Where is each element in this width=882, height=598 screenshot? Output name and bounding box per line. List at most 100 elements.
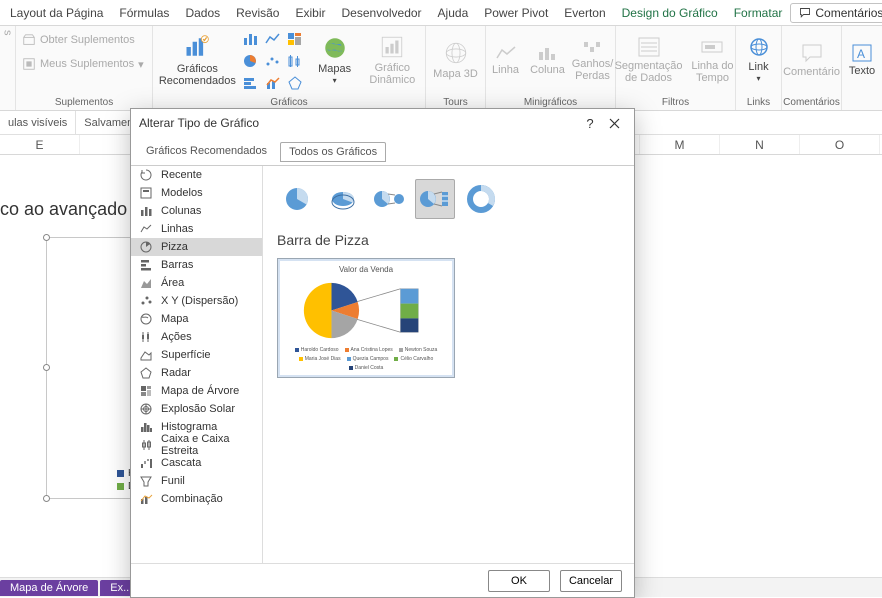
cat-acoes[interactable]: Ações [131,328,262,346]
sparkline-linha-button[interactable]: Linha [488,30,524,90]
sparkline-ganhos-button[interactable]: Ganhos/ Perdas [572,30,614,90]
combo-icon [139,492,153,506]
mapa-3d-button[interactable]: Mapa 3D [431,30,481,90]
cat-area[interactable]: Área [131,274,262,292]
preview-chart-svg [291,274,441,347]
col-header[interactable]: E [0,135,80,154]
cancel-button[interactable]: Cancelar [560,570,622,592]
col-header[interactable]: O [800,135,880,154]
tab-formatar[interactable]: Formatar [726,2,791,24]
group-texto: A Texto [842,26,882,110]
group-links: Link ▾ Links [736,26,782,110]
grafico-dinamico-button[interactable]: Gráfico Dinâmico [366,30,419,90]
cat-modelos[interactable]: Modelos [131,184,262,202]
tab-exibir[interactable]: Exibir [287,2,333,24]
sparkline-coluna-button[interactable]: Coluna [530,30,566,90]
ok-button[interactable]: OK [488,570,550,592]
group-label: Suplementos [55,97,113,108]
pie-chart-icon[interactable] [242,52,260,70]
change-chart-type-dialog: Alterar Tipo de Gráfico ? Gráficos Recom… [130,108,635,598]
tab-desenvolvedor[interactable]: Desenvolvedor [334,2,430,24]
cat-combinacao[interactable]: Combinação [131,490,262,508]
chart-preview[interactable]: Valor da Venda Haroldo [277,258,455,378]
tab-formulas[interactable]: Fórmulas [111,2,177,24]
cat-label: Linhas [161,223,193,235]
comentario-button[interactable]: Comentário [783,30,840,90]
cat-mapa[interactable]: Mapa [131,310,262,328]
graficos-recomendados-button[interactable]: Gráficos Recomendados [159,30,236,90]
dialog-close-button[interactable] [602,111,626,135]
dialog-titlebar[interactable]: Alterar Tipo de Gráfico ? [131,109,634,137]
bar-icon [139,258,153,272]
legend-item: Newton Souza [405,347,438,353]
mapas-button[interactable]: Mapas ▾ [310,30,360,90]
dialog-tabs: Gráficos Recomendados Todos os Gráficos [131,137,634,166]
comments-button[interactable]: Comentários [790,3,882,23]
cat-barras[interactable]: Barras [131,256,262,274]
hierarchy-chart-icon[interactable] [286,30,304,48]
radar-chart-icon[interactable] [286,74,304,92]
subtype-pie[interactable] [277,179,317,219]
cat-funil[interactable]: Funil [131,472,262,490]
subtype-bar-of-pie[interactable] [415,179,455,219]
subtype-pie-3d[interactable] [323,179,363,219]
scatter-chart-icon[interactable] [264,52,282,70]
group-label: Gráficos [270,97,307,108]
cat-pizza[interactable]: Pizza [131,238,262,256]
ganhos-label: Ganhos/ Perdas [572,58,614,82]
tab-everton[interactable]: Everton [556,2,613,24]
tab-powerpivot[interactable]: Power Pivot [476,2,556,24]
slicer-icon [637,36,661,58]
sheet-tab[interactable]: Mapa de Árvore [0,580,98,596]
cat-linhas[interactable]: Linhas [131,220,262,238]
obter-suplementos-button[interactable]: Obter Suplementos [22,30,135,50]
segmentacao-button[interactable]: Segmentação de Dados [615,30,683,90]
resize-handle[interactable] [43,234,50,241]
cat-colunas[interactable]: Colunas [131,202,262,220]
combo-chart-icon[interactable] [264,74,282,92]
meus-suplementos-button[interactable]: Meus Suplementos ▾ [22,54,144,74]
tab-layout[interactable]: Layout da Página [2,2,111,24]
link-button[interactable]: Link ▾ [734,30,784,90]
dialog-title: Alterar Tipo de Gráfico [139,116,259,130]
stats-chart-icon[interactable] [286,52,304,70]
bar-chart-icon[interactable] [242,74,260,92]
link-label: Link [748,61,768,73]
subtype-doughnut[interactable] [461,179,501,219]
cat-label: Mapa de Árvore [161,385,239,397]
line-chart-icon[interactable] [264,30,282,48]
cat-superficie[interactable]: Superfície [131,346,262,364]
resize-handle[interactable] [43,495,50,502]
tab-recomendados[interactable]: Gráficos Recomendados [137,141,276,161]
radar-icon [139,366,153,380]
tab-revisao[interactable]: Revisão [228,2,287,24]
tab-ajuda[interactable]: Ajuda [430,2,477,24]
dialog-footer: OK Cancelar [131,563,634,597]
subtype-pie-of-pie[interactable] [369,179,409,219]
group-truncated-left: s [0,26,16,110]
chart-type-gallery[interactable] [242,30,304,92]
cat-xy[interactable]: X Y (Dispersão) [131,292,262,310]
resize-handle[interactable] [43,364,50,371]
legend-swatch [117,470,124,477]
cat-caixa[interactable]: Caixa e Caixa Estreita [131,436,262,454]
area-icon [139,276,153,290]
templates-icon [139,186,153,200]
cat-arvore[interactable]: Mapa de Árvore [131,382,262,400]
dialog-help-button[interactable]: ? [578,111,602,135]
tab-design-grafico[interactable]: Design do Gráfico [614,2,726,24]
cat-radar[interactable]: Radar [131,364,262,382]
column-icon [139,204,153,218]
cat-label: Pizza [161,241,188,253]
sparkline-column-icon [537,44,559,62]
comment-icon [800,42,824,64]
col-header[interactable]: N [720,135,800,154]
column-chart-icon[interactable] [242,30,260,48]
texto-button[interactable]: A Texto [845,30,879,90]
tab-dados[interactable]: Dados [177,2,228,24]
timeline-button[interactable]: Linha do Tempo [688,30,736,90]
cat-recente[interactable]: Recente [131,166,262,184]
cat-explosao[interactable]: Explosão Solar [131,400,262,418]
tab-todos-graficos[interactable]: Todos os Gráficos [280,142,386,162]
col-header[interactable]: M [640,135,720,154]
